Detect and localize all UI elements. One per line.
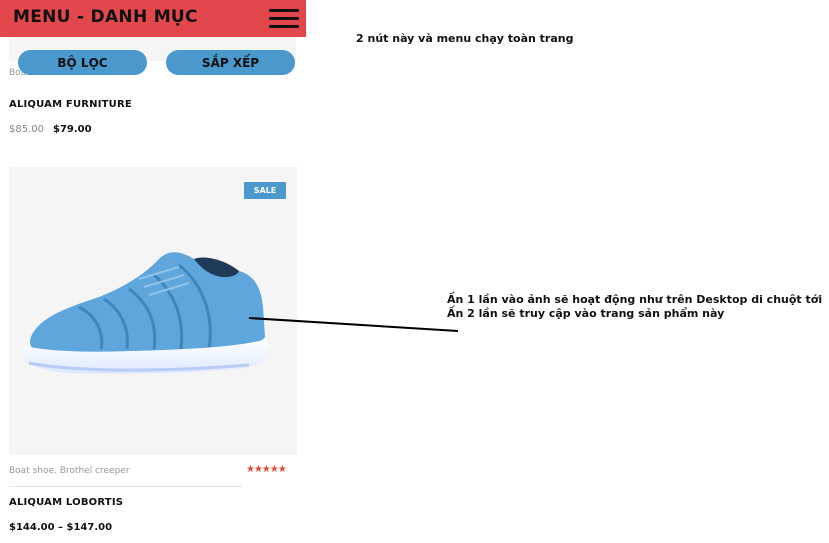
product-name[interactable]: ALIQUAM FURNITURE [9, 99, 132, 110]
menu-bar: MENU - DANH MỤC [0, 0, 306, 37]
product-image[interactable] [9, 167, 297, 455]
sale-badge: SALE [244, 182, 286, 199]
hamburger-menu-icon[interactable] [269, 8, 299, 29]
product-name[interactable]: ALIQUAM LOBORTIS [9, 497, 123, 508]
annotation-image-note-1: Ấn 1 lần vào ảnh sẽ hoạt động như trên D… [447, 293, 823, 306]
sneaker-icon [22, 252, 269, 374]
rating-stars: ★★★★★ [246, 464, 287, 475]
menu-title[interactable]: MENU - DANH MỤC [13, 7, 198, 27]
hamburger-line [269, 17, 299, 20]
sort-button[interactable]: SẮP XẾP [166, 50, 295, 75]
price-range: $144.00 – $147.00 [9, 522, 113, 533]
annotation-buttons-note: 2 nút này và menu chạy toàn trang [356, 32, 574, 45]
divider [9, 486, 242, 487]
filter-button[interactable]: BỘ LỌC [18, 50, 147, 75]
old-price: $85.00 [9, 124, 44, 135]
hamburger-line [269, 25, 299, 28]
annotation-image-note-2: Ấn 2 lần sẽ truy cập vào trang sản phẩm … [447, 307, 725, 320]
product-category: Boat shoe. Brothel creeper [9, 466, 130, 476]
sale-price: $79.00 [53, 124, 92, 135]
hamburger-line [269, 9, 299, 12]
